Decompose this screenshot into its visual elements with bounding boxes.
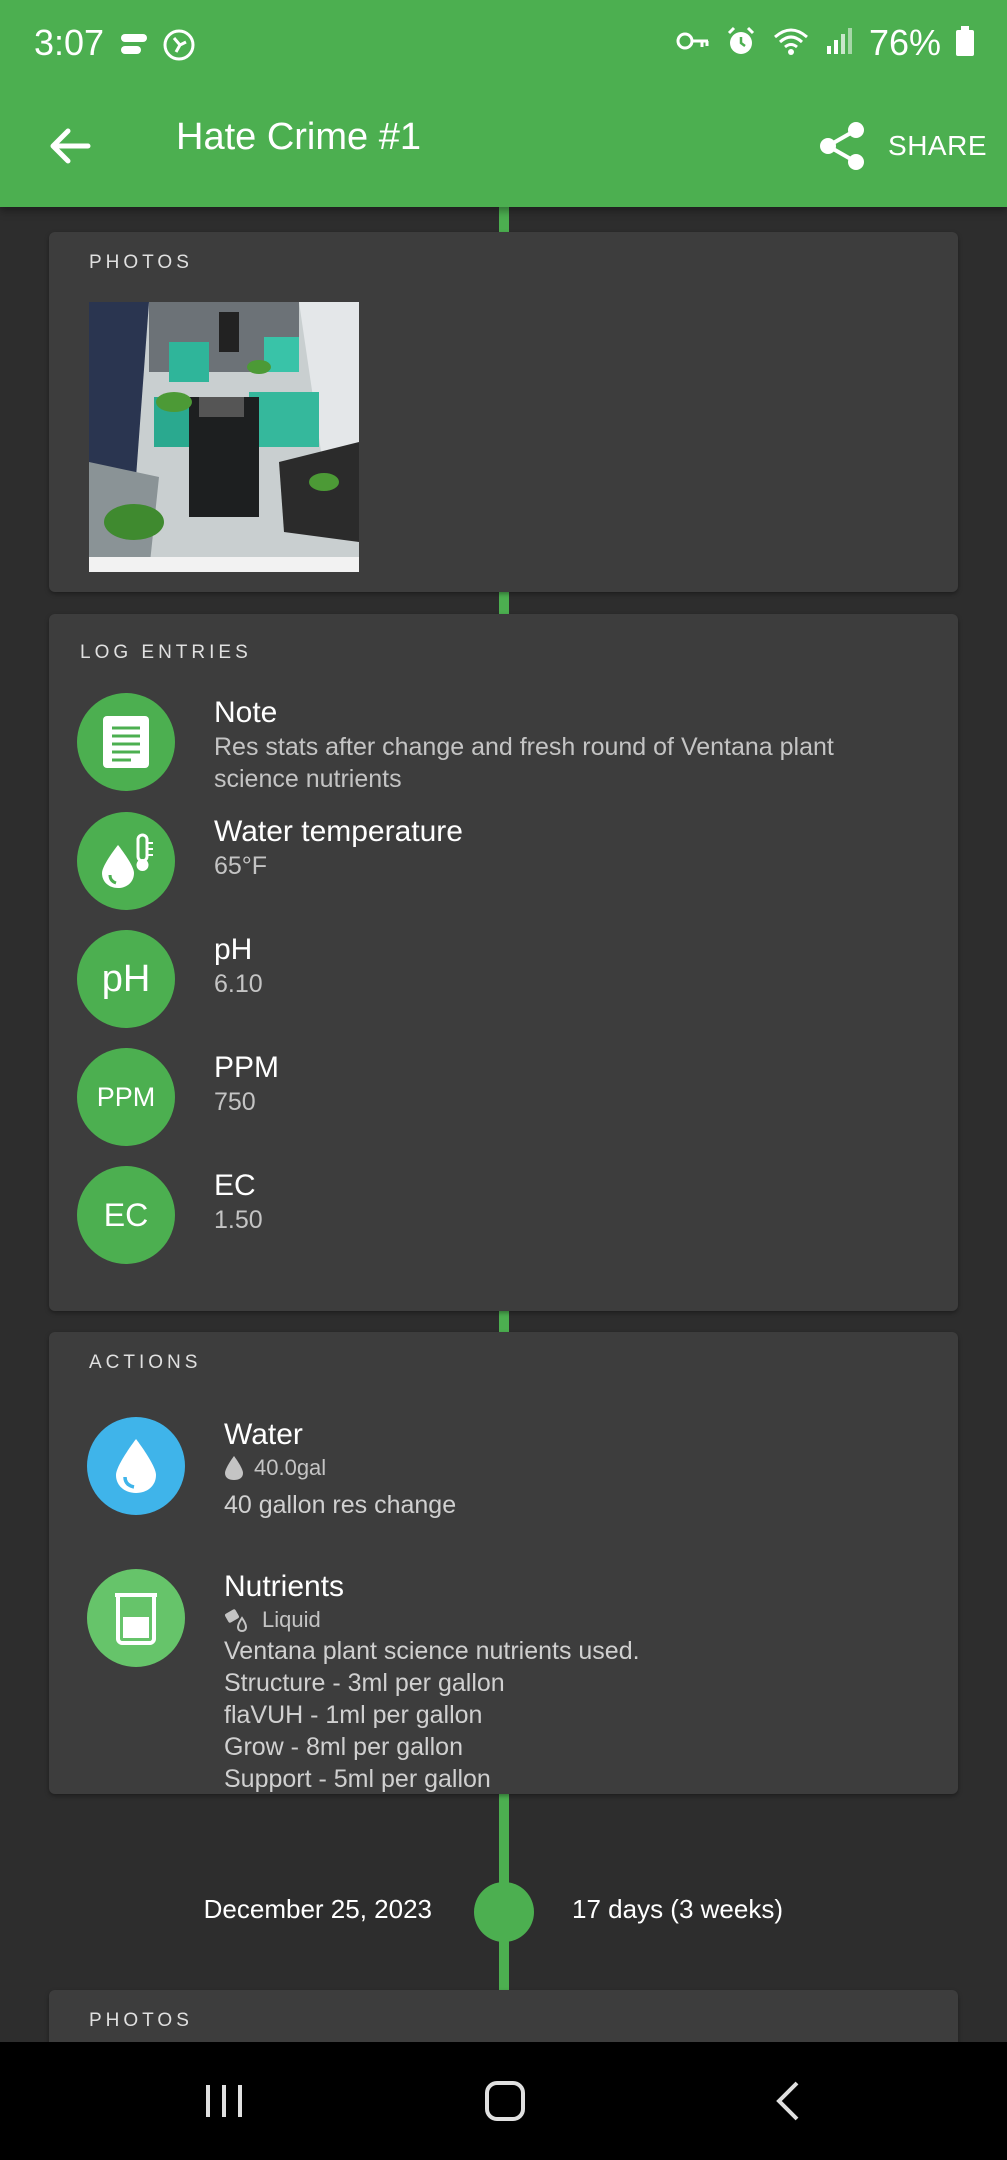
notification-app-icon	[118, 28, 152, 67]
ec-icon: EC	[77, 1166, 175, 1264]
log-entry-title: Note	[214, 696, 278, 729]
action-water[interactable]: Water 40.0gal 40 gallon res change	[87, 1417, 927, 1537]
ppm-icon-text: PPM	[96, 1081, 156, 1112]
log-entry-value: 65°F	[214, 852, 268, 880]
nutrient-form: Liquid	[262, 1607, 321, 1632]
battery-icon	[955, 25, 975, 62]
ph-icon-text: pH	[101, 957, 151, 1000]
log-entry-ph[interactable]: pH pH 6.10	[77, 930, 937, 1030]
toolbar: Hate Crime #1 SHARE	[0, 98, 1007, 198]
wifi-icon	[771, 25, 811, 62]
back-button[interactable]	[38, 114, 102, 178]
action-title: Nutrients	[224, 1570, 345, 1603]
alarm-icon	[725, 25, 757, 62]
page-title: Hate Crime #1	[176, 116, 421, 158]
note-icon	[77, 693, 175, 791]
log-entries-header: LOG ENTRIES	[80, 642, 252, 663]
timeline-age: 17 days (3 weeks)	[572, 1894, 783, 1924]
log-entry-value: Res stats after change and fresh round o…	[214, 733, 834, 793]
log-entry-title: EC	[214, 1169, 256, 1202]
photos-header: PHOTOS	[89, 2010, 193, 2031]
share-icon	[820, 122, 865, 170]
water-drop-icon	[87, 1417, 185, 1515]
action-nutrients[interactable]: Nutrients Liquid Ventana plant science n…	[87, 1569, 927, 1793]
timeline-line	[499, 207, 509, 232]
system-nav-bar	[0, 2042, 1007, 2160]
ec-icon-text: EC	[103, 1196, 149, 1233]
status-bar: 3:07 76%	[0, 0, 1007, 88]
app-bar: 3:07 76% Hate Crime #1 SHARE	[0, 0, 1007, 207]
liquid-pour-icon	[225, 1609, 248, 1632]
home-button[interactable]	[465, 2064, 545, 2138]
signal-icon	[825, 26, 855, 61]
timeline-line	[499, 1311, 509, 1332]
ph-icon: pH	[77, 930, 175, 1028]
log-entry-value: 6.10	[214, 970, 263, 998]
status-time: 3:07	[34, 22, 105, 63]
log-entry-title: pH	[214, 933, 253, 966]
timeline-dot	[474, 1882, 534, 1942]
log-entry-ec[interactable]: EC EC 1.50	[77, 1166, 937, 1266]
home-icon	[485, 2081, 525, 2121]
recent-apps-button[interactable]	[184, 2064, 264, 2138]
action-title: Water	[224, 1418, 303, 1451]
water-amount-icon	[225, 1456, 243, 1480]
actions-header: ACTIONS	[89, 1352, 202, 1373]
share-button[interactable]: SHARE	[818, 110, 987, 182]
log-entry-value: 750	[214, 1088, 256, 1116]
ppm-icon: PPM	[77, 1048, 175, 1146]
recent-apps-icon	[206, 2085, 242, 2117]
back-chevron-icon	[776, 2081, 799, 2121]
vpn-key-icon	[675, 26, 711, 61]
water-temperature-icon	[77, 812, 175, 910]
log-entry-ppm[interactable]: PPM PPM 750	[77, 1048, 937, 1148]
battery-percent: 76%	[868, 22, 941, 63]
timeline-date: December 25, 2023	[203, 1894, 432, 1924]
photos-header: PHOTOS	[89, 252, 193, 273]
actions-card: ACTIONS Water 40.0gal 40 gallon res chan…	[49, 1332, 958, 1794]
action-description: Ventana plant science nutrients used. St…	[224, 1637, 640, 1793]
timeline-marker: December 25, 2023 17 days (3 weeks)	[0, 1882, 1007, 1942]
arrow-back-icon	[50, 128, 91, 164]
beaker-icon	[87, 1569, 185, 1667]
log-entry-title: Water temperature	[214, 815, 463, 848]
timeline-line	[499, 592, 509, 614]
water-amount: 40.0gal	[254, 1455, 327, 1480]
log-entry-title: PPM	[214, 1051, 280, 1084]
log-entry-value: 1.50	[214, 1206, 263, 1234]
log-entry-note[interactable]: Note Res stats after change and fresh ro…	[77, 693, 937, 793]
photo-thumbnail[interactable]	[89, 302, 359, 572]
log-entry-water-temperature[interactable]: Water temperature 65°F	[77, 812, 937, 912]
notification-app-icon-2	[162, 28, 196, 67]
action-description: 40 gallon res change	[224, 1491, 457, 1519]
back-nav-button[interactable]	[748, 2064, 828, 2138]
share-label: SHARE	[888, 130, 987, 161]
photos-card: PHOTOS	[49, 232, 958, 592]
log-entries-card: LOG ENTRIES Note Res stats after change …	[49, 614, 958, 1311]
